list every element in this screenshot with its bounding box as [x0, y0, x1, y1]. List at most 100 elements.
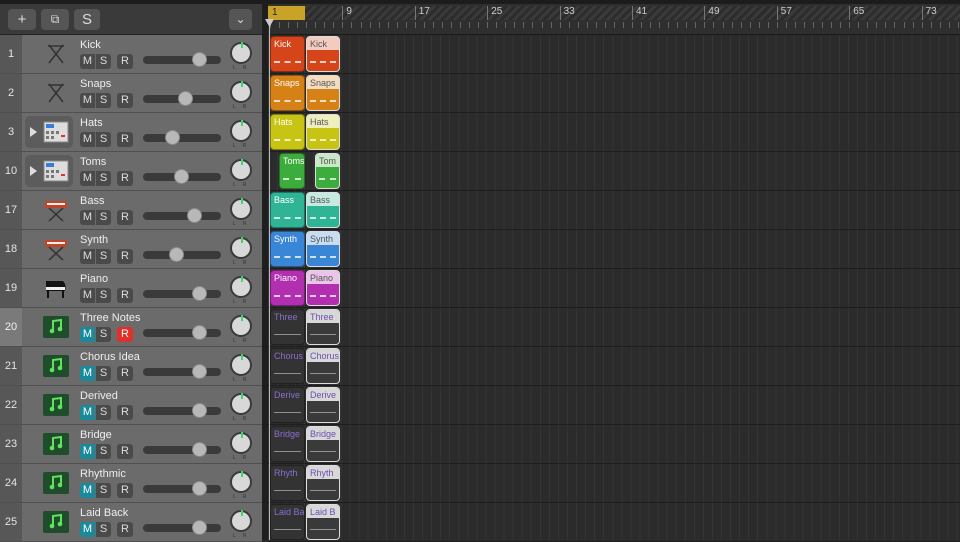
- region-snaps[interactable]: Snaps: [270, 75, 305, 111]
- pan-knob[interactable]: [230, 198, 252, 220]
- pan-knob[interactable]: [230, 393, 252, 415]
- volume-slider[interactable]: [143, 403, 221, 418]
- volume-slider-knob[interactable]: [192, 286, 208, 301]
- track-name[interactable]: Toms: [80, 156, 106, 168]
- solo-button[interactable]: S: [96, 171, 111, 186]
- region-synth[interactable]: Synth: [306, 231, 340, 267]
- track-row-snaps[interactable]: 2 Snaps M S R LR: [0, 74, 262, 113]
- region-derived[interactable]: Derive: [306, 387, 340, 423]
- track-name[interactable]: Bass: [80, 195, 104, 207]
- region-bridge[interactable]: Bridge: [270, 426, 305, 462]
- record-enable-button[interactable]: R: [117, 288, 133, 303]
- record-enable-button[interactable]: R: [117, 93, 133, 108]
- solo-button[interactable]: S: [96, 249, 111, 264]
- region-three-notes[interactable]: Three: [270, 309, 305, 345]
- track-row-three-notes[interactable]: 20 Three Notes M S R LR: [0, 308, 262, 347]
- record-enable-button[interactable]: R: [117, 483, 133, 498]
- pan-knob[interactable]: [230, 81, 252, 103]
- region-bridge[interactable]: Bridge: [306, 426, 340, 462]
- volume-slider[interactable]: [143, 520, 221, 535]
- mute-button[interactable]: M: [80, 327, 95, 342]
- track-name[interactable]: Bridge: [80, 429, 112, 441]
- region-synth[interactable]: Synth: [270, 231, 305, 267]
- disclosure-triangle-icon[interactable]: [30, 166, 37, 176]
- region-bass[interactable]: Bass: [270, 192, 305, 228]
- mute-button[interactable]: M: [80, 132, 95, 147]
- pan-knob[interactable]: [230, 315, 252, 337]
- pan-knob[interactable]: [230, 237, 252, 259]
- mute-button[interactable]: M: [80, 288, 95, 303]
- track-name[interactable]: Derived: [80, 390, 118, 402]
- bar-ruler[interactable]: 1 9 17 25 33 41 49 57 65 73: [268, 4, 960, 35]
- track-row-laid-back[interactable]: 25 Laid Back M S R LR: [0, 503, 262, 542]
- solo-button[interactable]: S: [96, 444, 111, 459]
- volume-slider-knob[interactable]: [168, 247, 184, 262]
- region-chorus-idea[interactable]: Chorus: [306, 348, 340, 384]
- volume-slider[interactable]: [143, 247, 221, 262]
- arrange-area[interactable]: Kick Kick Snaps Snaps Hats Hats Toms Tom Bass Bas…: [268, 35, 960, 542]
- region-bass[interactable]: Bass: [306, 192, 340, 228]
- track-row-bridge[interactable]: 23 Bridge M S R LR: [0, 425, 262, 464]
- track-name[interactable]: Laid Back: [80, 507, 128, 519]
- mute-button[interactable]: M: [80, 366, 95, 381]
- pan-knob[interactable]: [230, 432, 252, 454]
- track-row-chorus-idea[interactable]: 21 Chorus Idea M S R LR: [0, 347, 262, 386]
- volume-slider[interactable]: [143, 130, 221, 145]
- collapse-button[interactable]: ⌄: [229, 9, 252, 30]
- pan-knob[interactable]: [230, 42, 252, 64]
- solo-button[interactable]: S: [96, 522, 111, 537]
- volume-slider-knob[interactable]: [192, 442, 208, 457]
- region-kick[interactable]: Kick: [270, 36, 305, 72]
- region-derived[interactable]: Derive: [270, 387, 305, 423]
- volume-slider-knob[interactable]: [192, 325, 208, 340]
- solo-button[interactable]: S: [96, 54, 111, 69]
- track-name[interactable]: Snaps: [80, 78, 111, 90]
- region-rhythmic[interactable]: Rhyth: [270, 465, 305, 501]
- record-enable-button[interactable]: R: [117, 210, 133, 225]
- mute-button[interactable]: M: [80, 522, 95, 537]
- duplicate-track-button[interactable]: ⧉: [41, 9, 69, 30]
- track-name[interactable]: Piano: [80, 273, 108, 285]
- mute-button[interactable]: M: [80, 93, 95, 108]
- pan-knob[interactable]: [230, 510, 252, 532]
- record-enable-button[interactable]: R: [117, 132, 133, 147]
- region-piano[interactable]: Piano: [270, 270, 305, 306]
- region-three-notes[interactable]: Three: [306, 309, 340, 345]
- region-piano[interactable]: Piano: [306, 270, 340, 306]
- pan-knob[interactable]: [230, 276, 252, 298]
- region-hats[interactable]: Hats: [306, 114, 340, 150]
- disclosure-triangle-icon[interactable]: [30, 127, 37, 137]
- region-toms[interactable]: Tom: [315, 153, 340, 189]
- volume-slider-knob[interactable]: [174, 169, 190, 184]
- pan-knob[interactable]: [230, 354, 252, 376]
- solo-button[interactable]: S: [96, 288, 111, 303]
- track-name[interactable]: Hats: [80, 117, 103, 129]
- track-row-piano[interactable]: 19 Piano M S R LR: [0, 269, 262, 308]
- volume-slider[interactable]: [143, 442, 221, 457]
- region-hats[interactable]: Hats: [270, 114, 305, 150]
- volume-slider-knob[interactable]: [164, 130, 180, 145]
- solo-button[interactable]: S: [96, 93, 111, 108]
- region-toms[interactable]: Toms: [279, 153, 305, 189]
- mute-button[interactable]: M: [80, 444, 95, 459]
- mute-button[interactable]: M: [80, 405, 95, 420]
- record-enable-button[interactable]: R: [117, 405, 133, 420]
- solo-button[interactable]: S: [96, 405, 111, 420]
- volume-slider-knob[interactable]: [178, 91, 194, 106]
- region-laid-back[interactable]: Laid Ba: [270, 504, 305, 540]
- region-rhythmic[interactable]: Rhyth: [306, 465, 340, 501]
- region-laid-back[interactable]: Laid B: [306, 504, 340, 540]
- track-name[interactable]: Three Notes: [80, 312, 141, 324]
- track-row-synth[interactable]: 18 Synth M S R LR: [0, 230, 262, 269]
- solo-button[interactable]: S: [96, 132, 111, 147]
- volume-slider[interactable]: [143, 208, 221, 223]
- volume-slider[interactable]: [143, 325, 221, 340]
- track-row-derived[interactable]: 22 Derived M S R LR: [0, 386, 262, 425]
- playhead[interactable]: [269, 20, 270, 540]
- volume-slider[interactable]: [143, 286, 221, 301]
- volume-slider[interactable]: [143, 91, 221, 106]
- record-enable-button[interactable]: R: [117, 444, 133, 459]
- record-enable-button[interactable]: R: [117, 249, 133, 264]
- track-row-kick[interactable]: 1 Kick M S R LR: [0, 35, 262, 74]
- region-snaps[interactable]: Snaps: [306, 75, 340, 111]
